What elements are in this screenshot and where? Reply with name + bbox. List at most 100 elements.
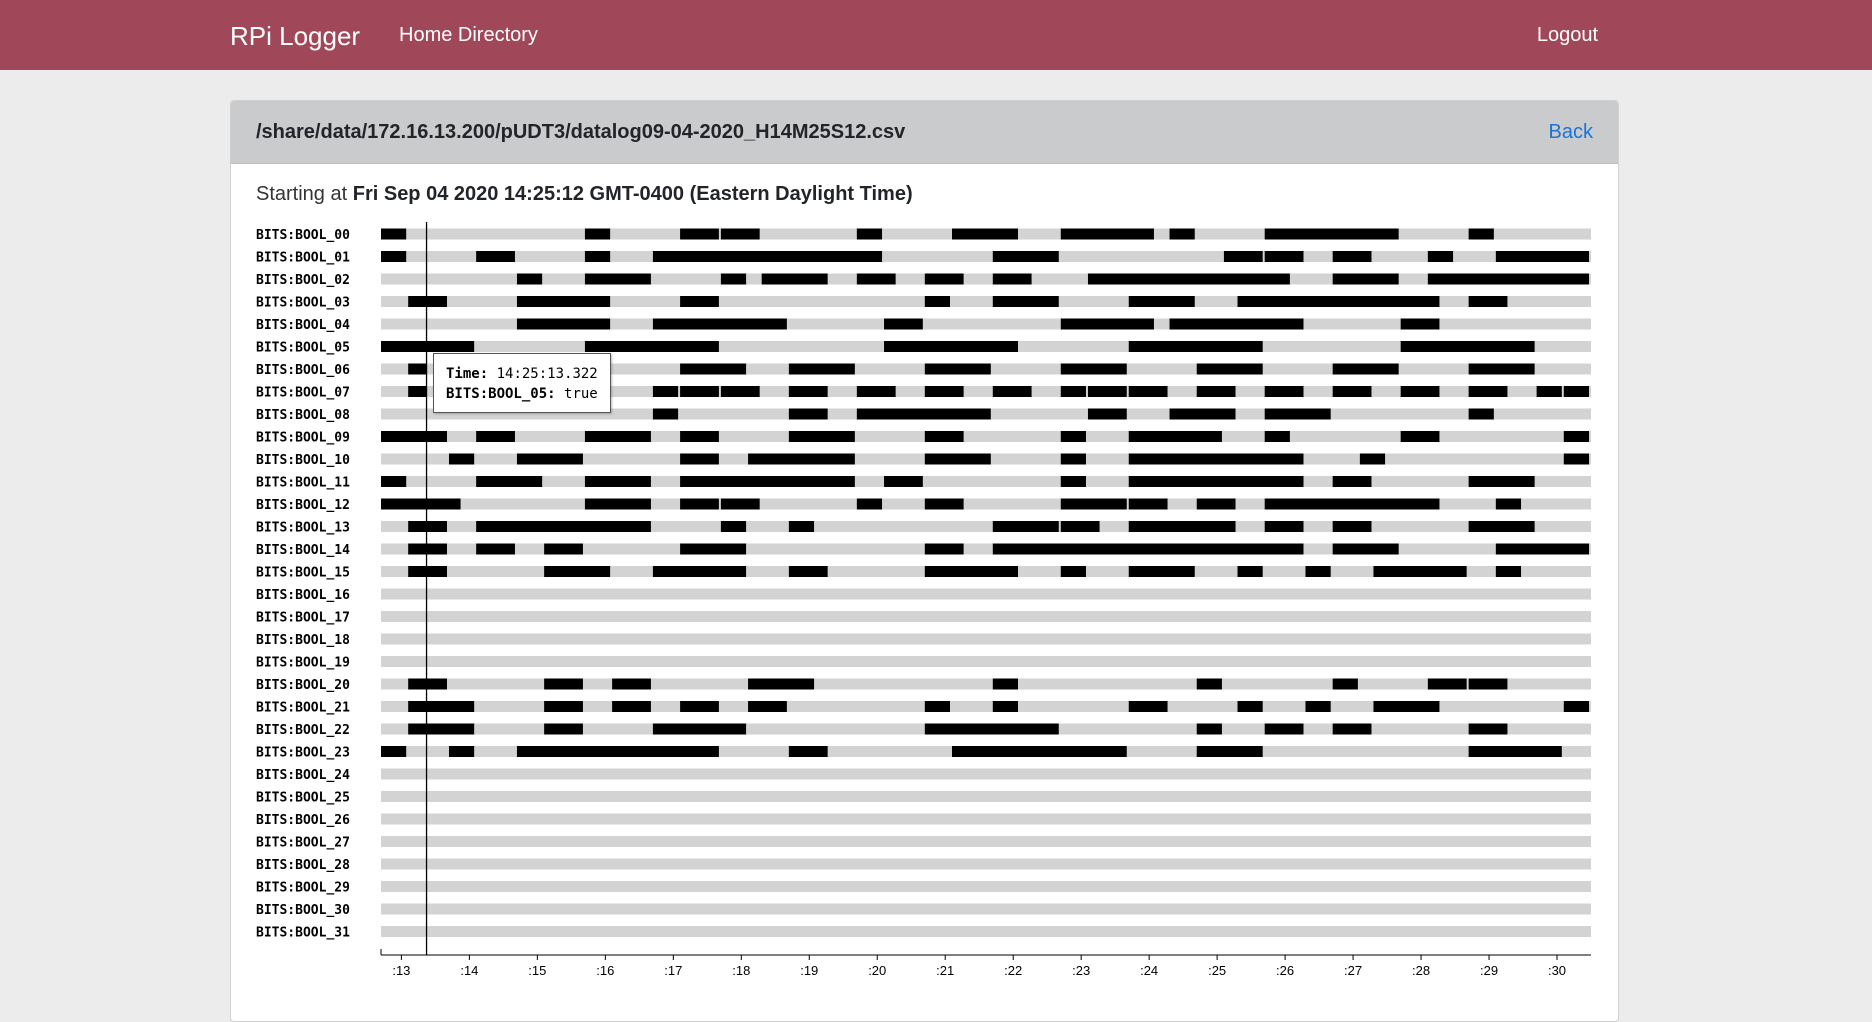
signal-true-segment[interactable]: [448, 746, 475, 757]
signal-true-segment[interactable]: [544, 701, 583, 712]
signal-true-segment[interactable]: [720, 498, 760, 510]
signal-true-segment[interactable]: [1332, 251, 1372, 262]
signal-true-segment[interactable]: [1128, 701, 1168, 712]
signal-true-segment[interactable]: [381, 476, 407, 487]
signal-true-segment[interactable]: [1128, 476, 1304, 487]
signal-true-segment[interactable]: [1427, 678, 1467, 690]
signal-true-segment[interactable]: [408, 386, 427, 397]
signal-true-segment[interactable]: [788, 408, 828, 420]
signal-true-segment[interactable]: [992, 701, 1018, 712]
signal-true-segment[interactable]: [1563, 386, 1589, 397]
signal-true-segment[interactable]: [652, 723, 747, 735]
signal-true-segment[interactable]: [408, 566, 447, 577]
signal-true-segment[interactable]: [788, 566, 828, 577]
signal-true-segment[interactable]: [1237, 701, 1263, 712]
signal-true-segment[interactable]: [652, 251, 883, 262]
signal-true-segment[interactable]: [1305, 566, 1331, 577]
signal-true-segment[interactable]: [680, 498, 719, 510]
signal-true-segment[interactable]: [1332, 543, 1399, 555]
signal-true-segment[interactable]: [788, 386, 828, 397]
signal-true-segment[interactable]: [1495, 543, 1589, 555]
signal-true-segment[interactable]: [544, 566, 611, 577]
signal-track[interactable]: [381, 588, 1591, 600]
signal-true-segment[interactable]: [1169, 318, 1304, 330]
signal-true-segment[interactable]: [1128, 296, 1195, 307]
signal-true-segment[interactable]: [1468, 746, 1562, 757]
signal-track[interactable]: [381, 858, 1591, 870]
signal-true-segment[interactable]: [856, 498, 883, 510]
signal-true-segment[interactable]: [1128, 341, 1263, 352]
signal-track[interactable]: [381, 656, 1591, 667]
signal-true-segment[interactable]: [924, 723, 1059, 735]
signal-true-segment[interactable]: [680, 228, 719, 240]
signal-true-segment[interactable]: [408, 521, 447, 532]
signal-true-segment[interactable]: [381, 498, 461, 510]
signal-true-segment[interactable]: [1060, 498, 1127, 510]
signal-track[interactable]: [381, 926, 1591, 937]
signal-true-segment[interactable]: [1128, 453, 1304, 465]
signal-true-segment[interactable]: [1332, 723, 1372, 735]
signal-true-segment[interactable]: [1468, 296, 1508, 307]
signal-true-segment[interactable]: [1400, 341, 1535, 352]
signal-true-segment[interactable]: [1128, 521, 1236, 532]
signal-true-segment[interactable]: [1264, 408, 1331, 420]
signal-true-segment[interactable]: [1196, 746, 1263, 757]
signal-true-segment[interactable]: [1400, 386, 1440, 397]
signal-track[interactable]: [381, 813, 1591, 825]
signal-true-segment[interactable]: [1359, 453, 1386, 465]
signal-true-segment[interactable]: [516, 746, 719, 757]
signal-true-segment[interactable]: [1332, 386, 1372, 397]
signal-true-segment[interactable]: [1468, 363, 1535, 375]
signal-true-segment[interactable]: [1373, 566, 1467, 577]
signal-track[interactable]: [381, 273, 1591, 285]
signal-true-segment[interactable]: [1060, 453, 1086, 465]
signal-true-segment[interactable]: [584, 273, 651, 285]
signal-true-segment[interactable]: [408, 723, 475, 735]
signal-true-segment[interactable]: [1495, 566, 1522, 577]
signal-true-segment[interactable]: [884, 341, 1018, 352]
signal-true-segment[interactable]: [652, 408, 679, 420]
signal-true-segment[interactable]: [992, 521, 1059, 532]
signal-true-segment[interactable]: [1495, 498, 1522, 510]
signal-true-segment[interactable]: [1468, 408, 1494, 420]
signal-true-segment[interactable]: [584, 476, 651, 487]
signal-true-segment[interactable]: [1237, 296, 1440, 307]
signal-true-segment[interactable]: [1264, 521, 1304, 532]
signal-true-segment[interactable]: [1468, 678, 1508, 690]
signal-true-segment[interactable]: [952, 746, 1127, 757]
signal-true-segment[interactable]: [1128, 566, 1195, 577]
signal-true-segment[interactable]: [788, 746, 828, 757]
signal-true-segment[interactable]: [1468, 386, 1508, 397]
signal-true-segment[interactable]: [788, 363, 855, 375]
signal-true-segment[interactable]: [476, 431, 515, 442]
signal-true-segment[interactable]: [924, 431, 964, 442]
signal-true-segment[interactable]: [1264, 498, 1440, 510]
signal-true-segment[interactable]: [381, 251, 407, 262]
signal-true-segment[interactable]: [924, 386, 964, 397]
signal-true-segment[interactable]: [1264, 386, 1304, 397]
signal-true-segment[interactable]: [476, 521, 651, 532]
signal-true-segment[interactable]: [1400, 431, 1440, 442]
signal-track[interactable]: [381, 633, 1591, 645]
signal-true-segment[interactable]: [1196, 498, 1236, 510]
signal-true-segment[interactable]: [1332, 476, 1372, 487]
signal-true-segment[interactable]: [924, 566, 1018, 577]
signal-true-segment[interactable]: [924, 296, 951, 307]
signal-true-segment[interactable]: [924, 701, 951, 712]
signal-true-segment[interactable]: [1264, 723, 1304, 735]
signal-true-segment[interactable]: [856, 273, 896, 285]
signal-true-segment[interactable]: [544, 723, 583, 735]
signal-true-segment[interactable]: [992, 251, 1059, 262]
signal-true-segment[interactable]: [1332, 521, 1372, 532]
signal-true-segment[interactable]: [748, 678, 815, 690]
signal-true-segment[interactable]: [1332, 678, 1358, 690]
signal-true-segment[interactable]: [516, 453, 583, 465]
signal-true-segment[interactable]: [1468, 723, 1508, 735]
signal-true-segment[interactable]: [1563, 431, 1589, 442]
signal-track[interactable]: [381, 611, 1591, 622]
signal-true-segment[interactable]: [1196, 678, 1222, 690]
signal-true-segment[interactable]: [924, 363, 991, 375]
signal-true-segment[interactable]: [1264, 228, 1399, 240]
signal-true-segment[interactable]: [584, 431, 651, 442]
signal-true-segment[interactable]: [1264, 251, 1304, 262]
